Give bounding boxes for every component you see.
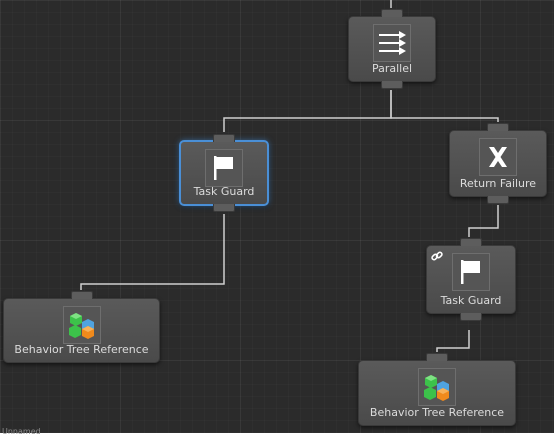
flag-icon	[452, 253, 490, 291]
connector-parallel-to-return-failure	[390, 90, 499, 122]
behavior-tree-canvas[interactable]: Parallel Task Guard Return Failure Task …	[0, 0, 554, 436]
output-port[interactable]	[213, 204, 235, 212]
input-port[interactable]	[460, 238, 482, 246]
input-port[interactable]	[426, 353, 448, 361]
output-port[interactable]	[460, 313, 482, 321]
connector-task-guard-left-to-tree-reference-left	[80, 214, 225, 290]
node-behavior-tree-reference-right[interactable]: Behavior Tree Reference	[358, 353, 516, 426]
node-label: Behavior Tree Reference	[369, 406, 505, 419]
node-behavior-tree-reference-left[interactable]: Behavior Tree Reference	[3, 291, 160, 363]
connector-task-guard-right-to-tree-reference-right	[436, 330, 470, 352]
behavior-tree-blocks-icon	[62, 306, 101, 344]
connector-parallel-to-task-guard-left	[223, 90, 392, 132]
link-icon	[431, 251, 443, 261]
node-label: Task Guard	[193, 185, 255, 198]
input-port[interactable]	[70, 291, 93, 299]
node-task-guard-right[interactable]: Task Guard	[426, 238, 516, 321]
node-parallel[interactable]: Parallel	[348, 9, 436, 89]
parallel-arrows-icon	[373, 24, 411, 62]
input-port[interactable]	[213, 134, 235, 142]
output-port[interactable]	[487, 196, 509, 204]
behavior-tree-blocks-icon	[418, 368, 456, 406]
input-port[interactable]	[381, 9, 403, 17]
node-label: Task Guard	[440, 294, 502, 307]
node-label: Return Failure	[459, 177, 537, 190]
connector-return-failure-to-task-guard-right	[468, 205, 499, 237]
status-text: Unnamed	[2, 427, 41, 436]
node-label: Behavior Tree Reference	[14, 343, 149, 356]
input-port[interactable]	[487, 123, 509, 131]
node-task-guard-left[interactable]: Task Guard	[179, 134, 269, 212]
node-label: Parallel	[371, 62, 413, 75]
node-return-failure[interactable]: Return Failure	[449, 123, 547, 204]
output-port[interactable]	[381, 81, 403, 89]
x-icon	[479, 138, 517, 176]
flag-icon	[205, 149, 243, 187]
